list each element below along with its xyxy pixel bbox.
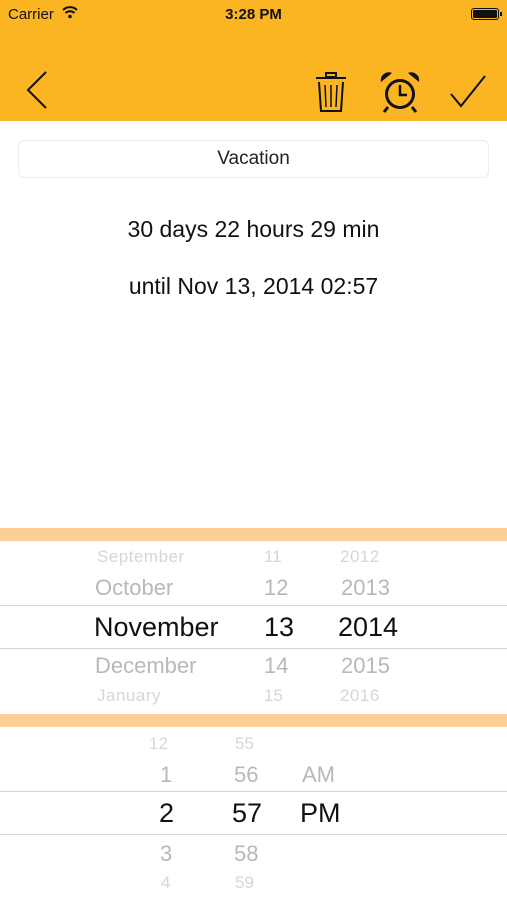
selection-line bbox=[0, 834, 507, 835]
minute-option[interactable]: 56 bbox=[234, 762, 258, 788]
day-option[interactable]: 14 bbox=[264, 653, 288, 679]
day-option[interactable]: 11 bbox=[264, 547, 282, 567]
nav-bar bbox=[0, 30, 507, 121]
back-button[interactable] bbox=[22, 68, 52, 112]
date-picker[interactable]: September October November December Janu… bbox=[0, 541, 507, 714]
month-option[interactable]: September bbox=[97, 547, 185, 567]
ampm-option[interactable]: AM bbox=[302, 762, 335, 788]
minute-selected[interactable]: 57 bbox=[232, 798, 262, 829]
month-option[interactable]: January bbox=[97, 686, 161, 706]
month-selected[interactable]: November bbox=[94, 612, 219, 643]
year-option[interactable]: 2016 bbox=[340, 686, 380, 706]
hour-selected[interactable]: 2 bbox=[159, 798, 174, 829]
status-bar: Carrier 3:28 PM bbox=[0, 0, 507, 30]
year-option[interactable]: 2013 bbox=[341, 575, 390, 601]
year-option[interactable]: 2012 bbox=[340, 547, 380, 567]
hour-option[interactable]: 1 bbox=[160, 762, 172, 788]
status-time: 3:28 PM bbox=[225, 6, 282, 23]
battery-icon bbox=[471, 8, 502, 20]
day-option[interactable]: 12 bbox=[264, 575, 288, 601]
time-picker[interactable]: 12 1 2 3 4 55 56 57 58 59 AM PM bbox=[0, 727, 507, 900]
year-option[interactable]: 2015 bbox=[341, 653, 390, 679]
chevron-left-icon bbox=[26, 71, 47, 109]
checkmark-icon bbox=[450, 75, 486, 108]
hour-option[interactable]: 4 bbox=[161, 873, 170, 893]
picker-separator bbox=[0, 714, 507, 727]
countdown-until: until Nov 13, 2014 02:57 bbox=[128, 273, 379, 299]
selection-line bbox=[0, 605, 507, 606]
selection-line bbox=[0, 791, 507, 792]
hour-option[interactable]: 3 bbox=[160, 841, 172, 867]
year-selected[interactable]: 2014 bbox=[338, 612, 398, 643]
minute-option[interactable]: 58 bbox=[234, 841, 258, 867]
hour-option[interactable]: 12 bbox=[149, 734, 168, 754]
alarm-button[interactable] bbox=[378, 70, 422, 114]
event-name-field[interactable]: Vacation bbox=[18, 140, 489, 178]
minute-option[interactable]: 55 bbox=[235, 734, 254, 754]
countdown-duration: 30 days 22 hours 29 min bbox=[127, 216, 380, 242]
confirm-button[interactable] bbox=[447, 72, 489, 112]
day-selected[interactable]: 13 bbox=[264, 612, 294, 643]
selection-line bbox=[0, 648, 507, 649]
alarm-clock-icon bbox=[380, 72, 420, 113]
picker-separator bbox=[0, 528, 507, 541]
delete-button[interactable] bbox=[312, 70, 350, 114]
ampm-selected[interactable]: PM bbox=[300, 798, 341, 829]
month-option[interactable]: December bbox=[95, 653, 196, 679]
day-option[interactable]: 15 bbox=[264, 686, 283, 706]
minute-option[interactable]: 59 bbox=[235, 873, 254, 893]
month-option[interactable]: October bbox=[95, 575, 173, 601]
trash-icon bbox=[316, 72, 346, 112]
